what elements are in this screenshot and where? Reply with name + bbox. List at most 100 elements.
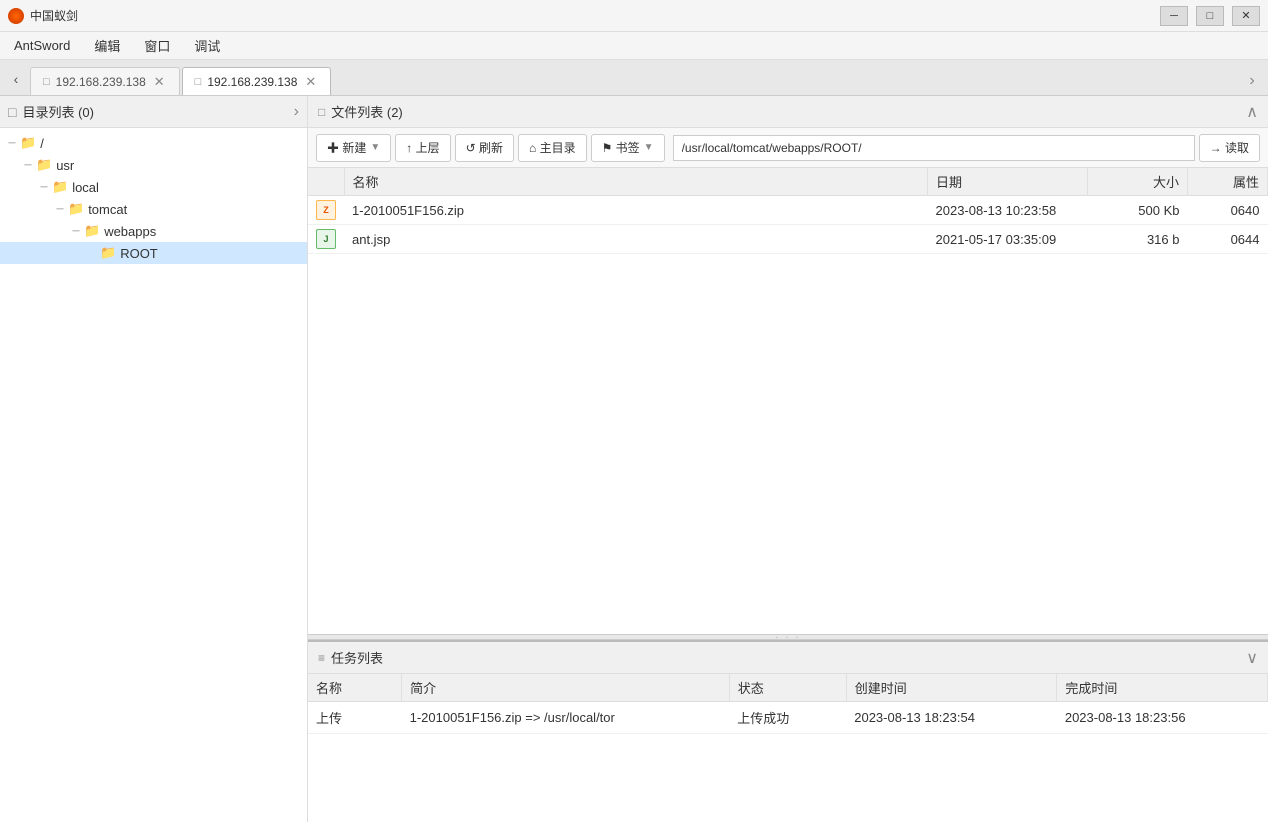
tree-toggle-root-folder (84, 248, 100, 259)
tab-more-button[interactable]: › (1240, 67, 1264, 95)
refresh-button-label: ↺ 刷新 (466, 139, 503, 156)
path-input[interactable] (673, 135, 1195, 161)
task-panel-header: ≡ 任务列表 ∨ (308, 642, 1268, 674)
task-panel: ≡ 任务列表 ∨ 名称 简介 状态 创建时间 完成时间 (308, 642, 1268, 822)
file-icon-cell: J (308, 225, 344, 254)
task-panel-title: 任务列表 (331, 648, 383, 667)
task-status: 上传成功 (729, 702, 846, 734)
app-title: 中国蚁剑 (30, 7, 1160, 24)
file-perm-cell: 0644 (1188, 225, 1268, 254)
up-button-label: ↑ 上层 (406, 139, 439, 156)
task-panel-collapse-button[interactable]: ∨ (1246, 648, 1258, 668)
folder-icon-root: 📁 (20, 135, 36, 151)
sidebar-header: □ 目录列表 (0) › (0, 96, 307, 128)
refresh-button[interactable]: ↺ 刷新 (455, 134, 514, 162)
col-header-icon (308, 168, 344, 196)
file-name-cell: 1-2010051F156.zip (344, 196, 928, 225)
tree-toggle-local: ─ (36, 182, 52, 193)
bookmark-button[interactable]: ⚑ 书签 ▼ (591, 134, 665, 162)
file-panel: □ 文件列表 (2) ∧ ✚ 新建 ▼ ↑ 上层 ↺ 刷新 ⌂ 主目录 (308, 96, 1268, 642)
sidebar-collapse-button[interactable]: › (294, 103, 299, 121)
tree-label-tomcat: tomcat (88, 202, 307, 217)
tree-node-webapps[interactable]: ─ 📁 webapps (0, 220, 307, 242)
folder-icon-tomcat: 📁 (68, 201, 84, 217)
file-toolbar: ✚ 新建 ▼ ↑ 上层 ↺ 刷新 ⌂ 主目录 ⚑ 书签 ▼ → (308, 128, 1268, 168)
table-row[interactable]: Z 1-2010051F156.zip 2023-08-13 10:23:58 … (308, 196, 1268, 225)
tree-node-usr[interactable]: ─ 📁 usr (0, 154, 307, 176)
file-table-header-row: 名称 日期 大小 属性 (308, 168, 1268, 196)
task-col-created: 创建时间 (846, 674, 1057, 702)
task-table-wrap: 名称 简介 状态 创建时间 完成时间 上传 1-2010051F156.zip … (308, 674, 1268, 822)
new-button-label: ✚ 新建 (327, 139, 366, 156)
new-button[interactable]: ✚ 新建 ▼ (316, 134, 391, 162)
col-header-size: 大小 (1088, 168, 1188, 196)
file-panel-header: □ 文件列表 (2) ∧ (308, 96, 1268, 128)
file-date-cell: 2023-08-13 10:23:58 (928, 196, 1088, 225)
menu-window[interactable]: 窗口 (134, 34, 180, 57)
right-panel: □ 文件列表 (2) ∧ ✚ 新建 ▼ ↑ 上层 ↺ 刷新 ⌂ 主目录 (308, 96, 1268, 822)
file-list-icon: □ (318, 105, 325, 119)
tab-2-icon: □ (195, 76, 202, 88)
sidebar-title: 目录列表 (0) (22, 102, 94, 121)
tab-1-close[interactable]: ✕ (152, 74, 167, 90)
tab-1-label: 192.168.239.138 (56, 75, 146, 89)
sidebar: □ 目录列表 (0) › ─ 📁 / ─ 📁 usr ─ 📁 local (0, 96, 308, 822)
home-button[interactable]: ⌂ 主目录 (518, 134, 587, 162)
tree-toggle-root: ─ (4, 138, 20, 149)
file-table-body: Z 1-2010051F156.zip 2023-08-13 10:23:58 … (308, 196, 1268, 254)
maximize-button[interactable]: □ (1196, 6, 1224, 26)
tree-node-root[interactable]: ─ 📁 / (0, 132, 307, 154)
main-area: □ 目录列表 (0) › ─ 📁 / ─ 📁 usr ─ 📁 local (0, 96, 1268, 822)
bookmark-button-label: ⚑ 书签 (602, 139, 640, 156)
jsp-icon: J (316, 229, 336, 249)
folder-icon-webapps: 📁 (84, 223, 100, 239)
menu-antsword[interactable]: AntSword (4, 36, 80, 55)
tree-toggle-tomcat: ─ (52, 204, 68, 215)
app-icon (8, 8, 24, 24)
file-size-cell: 500 Kb (1088, 196, 1188, 225)
tree-node-tomcat[interactable]: ─ 📁 tomcat (0, 198, 307, 220)
tree-label-root: / (40, 136, 307, 151)
task-table-body: 上传 1-2010051F156.zip => /usr/local/tor 上… (308, 702, 1268, 734)
tab-1[interactable]: □ 192.168.239.138 ✕ (30, 67, 180, 95)
file-table: 名称 日期 大小 属性 Z 1-2010051F156.zip 2023 (308, 168, 1268, 254)
new-button-arrow: ▼ (370, 142, 380, 153)
tree-label-webapps: webapps (104, 224, 307, 239)
menu-bar: AntSword 编辑 窗口 调试 (0, 32, 1268, 60)
menu-edit[interactable]: 编辑 (84, 34, 130, 57)
home-button-label: ⌂ 主目录 (529, 139, 576, 156)
bookmark-button-arrow: ▼ (644, 142, 654, 153)
tab-prev-button[interactable]: ‹ (4, 65, 28, 93)
tree-node-local[interactable]: ─ 📁 local (0, 176, 307, 198)
tab-1-icon: □ (43, 76, 50, 88)
window-controls: ─ □ ✕ (1160, 6, 1260, 26)
task-created: 2023-08-13 18:23:54 (846, 702, 1057, 734)
task-list-icon: ≡ (318, 651, 325, 665)
task-table: 名称 简介 状态 创建时间 完成时间 上传 1-2010051F156.zip … (308, 674, 1268, 734)
file-icon-cell: Z (308, 196, 344, 225)
tree-label-local: local (72, 180, 307, 195)
file-panel-collapse-button[interactable]: ∧ (1246, 102, 1258, 122)
tree-toggle-webapps: ─ (68, 226, 84, 237)
file-tree: ─ 📁 / ─ 📁 usr ─ 📁 local ─ 📁 tomcat (0, 128, 307, 822)
tab-2[interactable]: □ 192.168.239.138 ✕ (182, 67, 332, 95)
panel-divider[interactable]: · · · (308, 634, 1268, 640)
up-button[interactable]: ↑ 上层 (395, 134, 450, 162)
close-button[interactable]: ✕ (1232, 6, 1260, 26)
folder-icon-root-folder: 📁 (100, 245, 116, 261)
tree-node-root-folder[interactable]: 📁 ROOT (0, 242, 307, 264)
file-panel-title: 文件列表 (2) (331, 102, 403, 121)
menu-debug[interactable]: 调试 (184, 34, 230, 57)
file-table-wrap: 名称 日期 大小 属性 Z 1-2010051F156.zip 2023 (308, 168, 1268, 634)
tab-2-close[interactable]: ✕ (303, 74, 318, 90)
tree-toggle-usr: ─ (20, 160, 36, 171)
folder-icon-usr: 📁 (36, 157, 52, 173)
folder-icon-local: 📁 (52, 179, 68, 195)
file-perm-cell: 0640 (1188, 196, 1268, 225)
folder-icon: □ (8, 104, 16, 120)
table-row[interactable]: J ant.jsp 2021-05-17 03:35:09 316 b 0644 (308, 225, 1268, 254)
read-button[interactable]: → 读取 (1199, 134, 1260, 162)
minimize-button[interactable]: ─ (1160, 6, 1188, 26)
col-header-date: 日期 (928, 168, 1088, 196)
list-item[interactable]: 上传 1-2010051F156.zip => /usr/local/tor 上… (308, 702, 1268, 734)
